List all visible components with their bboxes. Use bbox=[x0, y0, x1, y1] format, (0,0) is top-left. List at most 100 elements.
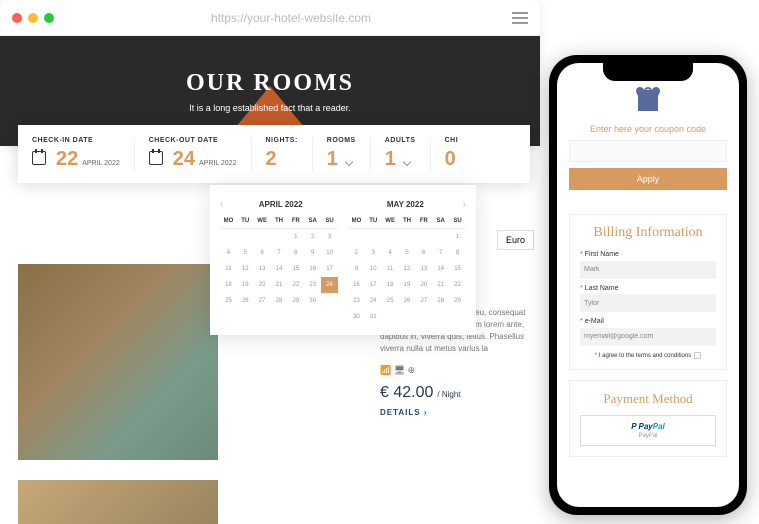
calendar-day[interactable]: 11 bbox=[382, 261, 399, 277]
calendar-day[interactable]: 12 bbox=[237, 261, 254, 277]
calendar-day[interactable]: 6 bbox=[415, 245, 432, 261]
coupon-input[interactable] bbox=[569, 140, 727, 162]
calendar-day[interactable]: 9 bbox=[348, 261, 365, 277]
rooms-field[interactable]: ROOMS 1 bbox=[313, 137, 371, 171]
calendar-day[interactable]: 8 bbox=[449, 245, 466, 261]
calendar-day[interactable]: 4 bbox=[382, 245, 399, 261]
calendar-day[interactable]: 29 bbox=[287, 293, 304, 309]
calendar-day[interactable]: 12 bbox=[399, 261, 416, 277]
calendar-day[interactable]: 30 bbox=[348, 309, 365, 325]
calendar-day[interactable]: 21 bbox=[271, 277, 288, 293]
gift-icon bbox=[638, 95, 658, 111]
hamburger-menu-icon[interactable] bbox=[512, 12, 528, 24]
calendar-day[interactable]: 16 bbox=[348, 277, 365, 293]
calendar-day[interactable]: 22 bbox=[287, 277, 304, 293]
phone-screen: Enter here your coupon code Apply Billin… bbox=[557, 63, 739, 507]
terms-label: I agree to the terms and conditions bbox=[599, 353, 691, 359]
calendar-day[interactable]: 15 bbox=[449, 261, 466, 277]
calendar-day[interactable]: 6 bbox=[254, 245, 271, 261]
calendar-icon bbox=[149, 151, 163, 165]
calendar-day[interactable]: 13 bbox=[254, 261, 271, 277]
calendar-day[interactable]: 17 bbox=[365, 277, 382, 293]
calendar-day[interactable]: 1 bbox=[449, 229, 466, 245]
adults-field[interactable]: ADULTS 1 bbox=[371, 137, 431, 171]
calendar-day[interactable]: 9 bbox=[304, 245, 321, 261]
checkout-field[interactable]: CHECK-OUT DATE 24APRIL 2022 bbox=[135, 137, 252, 171]
checkin-month: APRIL 2022 bbox=[82, 160, 120, 167]
window-controls[interactable] bbox=[12, 13, 54, 23]
calendar-day[interactable]: 31 bbox=[365, 309, 382, 325]
calendar-day[interactable]: 26 bbox=[399, 293, 416, 309]
payment-title: Payment Method bbox=[580, 391, 716, 407]
last-name-input[interactable] bbox=[580, 294, 716, 312]
calendar-day[interactable]: 14 bbox=[432, 261, 449, 277]
phone-notch bbox=[603, 63, 693, 81]
calendar-day[interactable]: 20 bbox=[415, 277, 432, 293]
paypal-logo-icon: P PayPal bbox=[587, 422, 709, 431]
close-icon[interactable] bbox=[12, 13, 22, 23]
calendar-day[interactable]: 5 bbox=[399, 245, 416, 261]
minimize-icon[interactable] bbox=[28, 13, 38, 23]
calendar-day[interactable]: 17 bbox=[321, 261, 338, 277]
calendar-day[interactable]: 23 bbox=[304, 277, 321, 293]
calendar-day[interactable]: 27 bbox=[254, 293, 271, 309]
maximize-icon[interactable] bbox=[44, 13, 54, 23]
page-title: OUR ROOMS bbox=[186, 70, 354, 97]
calendar-day[interactable]: 29 bbox=[449, 293, 466, 309]
prev-month-icon[interactable]: ‹ bbox=[220, 199, 223, 210]
calendar-day[interactable]: 28 bbox=[271, 293, 288, 309]
calendar-day[interactable]: 3 bbox=[365, 245, 382, 261]
calendar-day[interactable]: 14 bbox=[271, 261, 288, 277]
calendar-day[interactable]: 18 bbox=[382, 277, 399, 293]
calendar-day[interactable]: 7 bbox=[432, 245, 449, 261]
terms-checkbox[interactable] bbox=[694, 352, 701, 359]
children-field[interactable]: CHI 0 bbox=[431, 137, 473, 171]
calendar-day[interactable]: 26 bbox=[237, 293, 254, 309]
calendar-day[interactable]: 27 bbox=[415, 293, 432, 309]
calendar-day[interactable]: 7 bbox=[271, 245, 288, 261]
calendar-day[interactable]: 16 bbox=[304, 261, 321, 277]
calendar-day[interactable]: 23 bbox=[348, 293, 365, 309]
checkin-field[interactable]: CHECK-IN DATE 22APRIL 2022 bbox=[18, 137, 135, 171]
room-details-link[interactable]: DETAILS › bbox=[380, 408, 530, 417]
calendar-day[interactable]: 18 bbox=[220, 277, 237, 293]
rooms-label: ROOMS bbox=[327, 137, 356, 144]
calendar-day[interactable]: 8 bbox=[287, 245, 304, 261]
calendar-day[interactable]: 24 bbox=[365, 293, 382, 309]
email-input[interactable] bbox=[580, 328, 716, 346]
calendar-day[interactable]: 13 bbox=[415, 261, 432, 277]
calendar-day[interactable]: 24 bbox=[321, 277, 338, 293]
terms-row: * I agree to the terms and conditions bbox=[580, 352, 716, 359]
calendar-day[interactable]: 2 bbox=[348, 245, 365, 261]
calendar-day[interactable]: 19 bbox=[399, 277, 416, 293]
nights-value: 2 bbox=[266, 148, 298, 171]
calendar-day[interactable]: 2 bbox=[304, 229, 321, 245]
calendar-day[interactable]: 28 bbox=[432, 293, 449, 309]
calendar-day[interactable]: 25 bbox=[382, 293, 399, 309]
calendar-day[interactable]: 4 bbox=[220, 245, 237, 261]
checkout-month: APRIL 2022 bbox=[199, 160, 237, 167]
calendar-day[interactable]: 1 bbox=[287, 229, 304, 245]
calendar-day[interactable]: 21 bbox=[432, 277, 449, 293]
currency-selector[interactable]: Euro bbox=[497, 230, 534, 250]
checkout-label: CHECK-OUT DATE bbox=[149, 137, 237, 144]
paypal-option[interactable]: P PayPal PayPal bbox=[580, 415, 716, 446]
next-month-icon[interactable]: › bbox=[463, 199, 466, 210]
calendar-day[interactable]: 3 bbox=[321, 229, 338, 245]
calendar-day[interactable]: 30 bbox=[304, 293, 321, 309]
calendar-day[interactable]: 22 bbox=[449, 277, 466, 293]
apply-button[interactable]: Apply bbox=[569, 168, 727, 190]
room-photo bbox=[18, 264, 218, 460]
calendar-day[interactable]: 5 bbox=[237, 245, 254, 261]
first-name-input[interactable] bbox=[580, 261, 716, 279]
calendar-day[interactable]: 19 bbox=[237, 277, 254, 293]
calendar-day[interactable]: 15 bbox=[287, 261, 304, 277]
calendar-day[interactable]: 11 bbox=[220, 261, 237, 277]
calendar-day[interactable]: 20 bbox=[254, 277, 271, 293]
calendar-day[interactable]: 25 bbox=[220, 293, 237, 309]
calendar-month-title: APRIL 2022 bbox=[259, 200, 303, 209]
url-bar[interactable]: https://your-hotel-website.com bbox=[70, 11, 512, 25]
calendar-day[interactable]: 10 bbox=[365, 261, 382, 277]
payment-section: Payment Method P PayPal PayPal bbox=[569, 380, 727, 457]
calendar-day[interactable]: 10 bbox=[321, 245, 338, 261]
